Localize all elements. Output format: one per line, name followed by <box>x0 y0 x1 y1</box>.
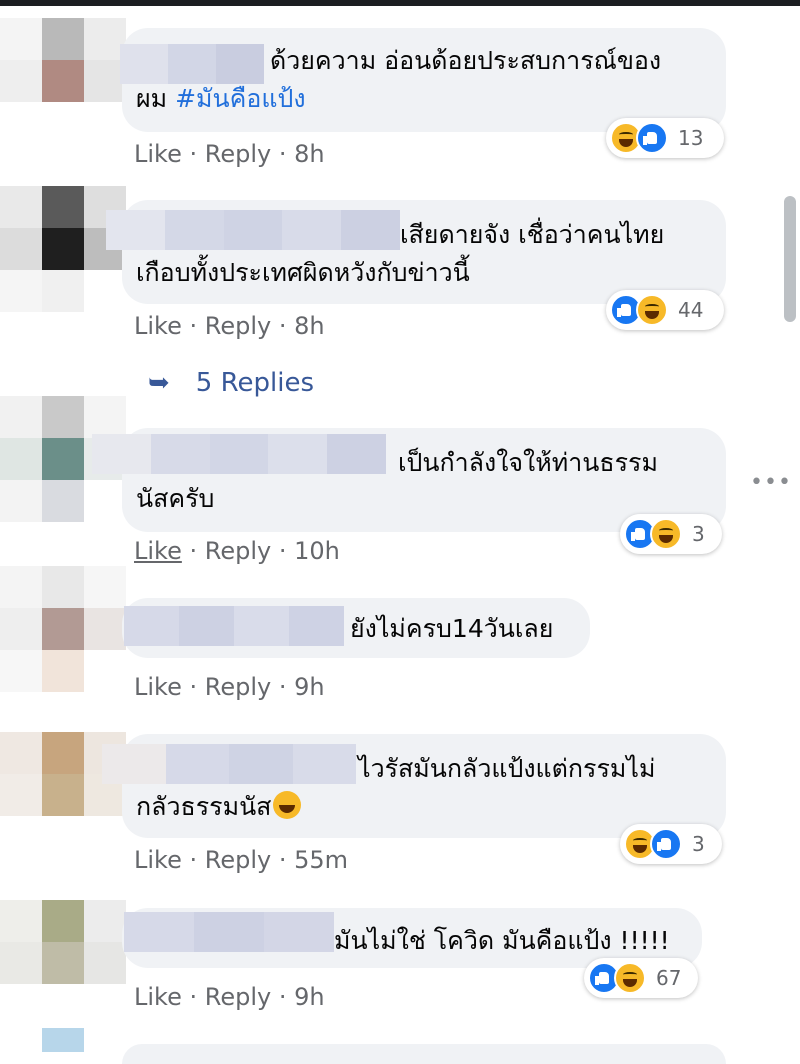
comment-actions: Like · Reply · 8h <box>134 140 325 168</box>
comment-bubble <box>122 1044 726 1064</box>
reaction-count: 67 <box>656 966 682 990</box>
comment-text: เป็นกำลังใจให้ท่านธรรม <box>398 448 658 477</box>
hashtag-link[interactable]: #มันคือแป้ง <box>175 84 305 113</box>
reply-button[interactable]: Reply <box>205 983 271 1011</box>
comment-bubble: ยังไม่ครบ14วันเลย <box>122 598 590 658</box>
view-replies-link[interactable]: ➥ 5 Replies <box>148 368 314 398</box>
redacted-author-name <box>120 44 264 84</box>
comment-text-line2: เกือบทั้งประเทศผิดหวังกับข่าวนี้ <box>136 258 470 287</box>
view-replies-label: 5 Replies <box>195 368 314 398</box>
avatar[interactable] <box>0 900 128 1026</box>
comment-text: ไวรัสมันกลัวแป้งแต่กรรมไม่ <box>358 754 656 783</box>
like-button[interactable]: Like <box>134 140 182 168</box>
like-button[interactable]: Like <box>134 846 182 874</box>
like-button[interactable]: Like <box>134 673 182 701</box>
reaction-count: 3 <box>692 832 705 856</box>
redacted-author-name <box>124 912 334 952</box>
reply-arrow-icon: ➥ <box>148 368 170 398</box>
avatar[interactable] <box>42 1028 84 1052</box>
comment-timestamp[interactable]: 55m <box>294 846 348 874</box>
more-options-icon[interactable]: ••• <box>750 470 792 495</box>
reaction-summary[interactable]: 3 <box>620 824 722 864</box>
redacted-author-name <box>124 606 344 646</box>
comment-timestamp[interactable]: 10h <box>294 537 340 565</box>
window-top-bar <box>0 0 800 6</box>
reaction-summary[interactable]: 13 <box>606 118 724 158</box>
reaction-count: 13 <box>678 126 704 150</box>
like-reaction-icon <box>650 828 682 860</box>
comment-actions: Like · Reply · 10h <box>134 537 340 565</box>
reply-button[interactable]: Reply <box>205 673 271 701</box>
reply-button[interactable]: Reply <box>205 537 271 565</box>
comment-bubble: เสียดายจัง เชื่อว่าคนไทย เกือบทั้งประเทศ… <box>106 200 726 304</box>
like-button[interactable]: Like <box>134 312 182 340</box>
comment-text: มันไม่ใช่ โควิด มันคือแป้ง !!!!! <box>334 926 670 955</box>
comment-timestamp[interactable]: 9h <box>294 673 324 701</box>
comment-text-line2: กลัวธรรมนัส <box>136 788 302 825</box>
comment-bubble: ไวรัสมันกลัวแป้งแต่กรรมไม่ กลัวธรรมนัส <box>102 734 726 838</box>
haha-reaction-icon <box>614 962 646 994</box>
comment-text: ด้วยความ อ่อนด้อยประสบการณ์ของ <box>270 46 662 75</box>
scrollbar-thumb[interactable] <box>784 196 796 322</box>
redacted-author-name <box>102 744 356 784</box>
redacted-author-name <box>92 434 386 474</box>
comment-text-line2: นัสครับ <box>136 484 215 513</box>
reply-button[interactable]: Reply <box>205 312 271 340</box>
comment-text-line2: ผม #มันคือแป้ง <box>136 84 306 113</box>
avatar[interactable] <box>0 566 128 692</box>
comment-bubble: ด้วยความ อ่อนด้อยประสบการณ์ของ ผม #มันคื… <box>120 28 726 132</box>
like-button[interactable]: Like <box>134 537 182 565</box>
comment-actions: Like · Reply · 8h <box>134 312 325 340</box>
like-reaction-icon <box>636 122 668 154</box>
comment-actions: Like · Reply · 9h <box>134 983 325 1011</box>
reply-button[interactable]: Reply <box>205 140 271 168</box>
laughing-emoji-icon <box>273 791 302 819</box>
reaction-summary[interactable]: 67 <box>584 958 698 998</box>
comment-actions: Like · Reply · 55m <box>134 846 349 874</box>
haha-reaction-icon <box>636 294 668 326</box>
comment-actions: Like · Reply · 9h <box>134 673 325 701</box>
comment-text: ยังไม่ครบ14วันเลย <box>350 614 554 643</box>
redacted-author-name <box>106 210 400 250</box>
comment-timestamp[interactable]: 8h <box>294 140 324 168</box>
reaction-count: 3 <box>692 522 705 546</box>
reply-button[interactable]: Reply <box>205 846 271 874</box>
comment-text: เสียดายจัง เชื่อว่าคนไทย <box>400 220 665 249</box>
reaction-summary[interactable]: 44 <box>606 290 724 330</box>
comment-timestamp[interactable]: 8h <box>294 312 324 340</box>
reaction-summary[interactable]: 3 <box>620 514 722 554</box>
like-button[interactable]: Like <box>134 983 182 1011</box>
comment-timestamp[interactable]: 9h <box>294 983 324 1011</box>
haha-reaction-icon <box>650 518 682 550</box>
avatar[interactable] <box>0 18 128 144</box>
reaction-count: 44 <box>678 298 704 322</box>
